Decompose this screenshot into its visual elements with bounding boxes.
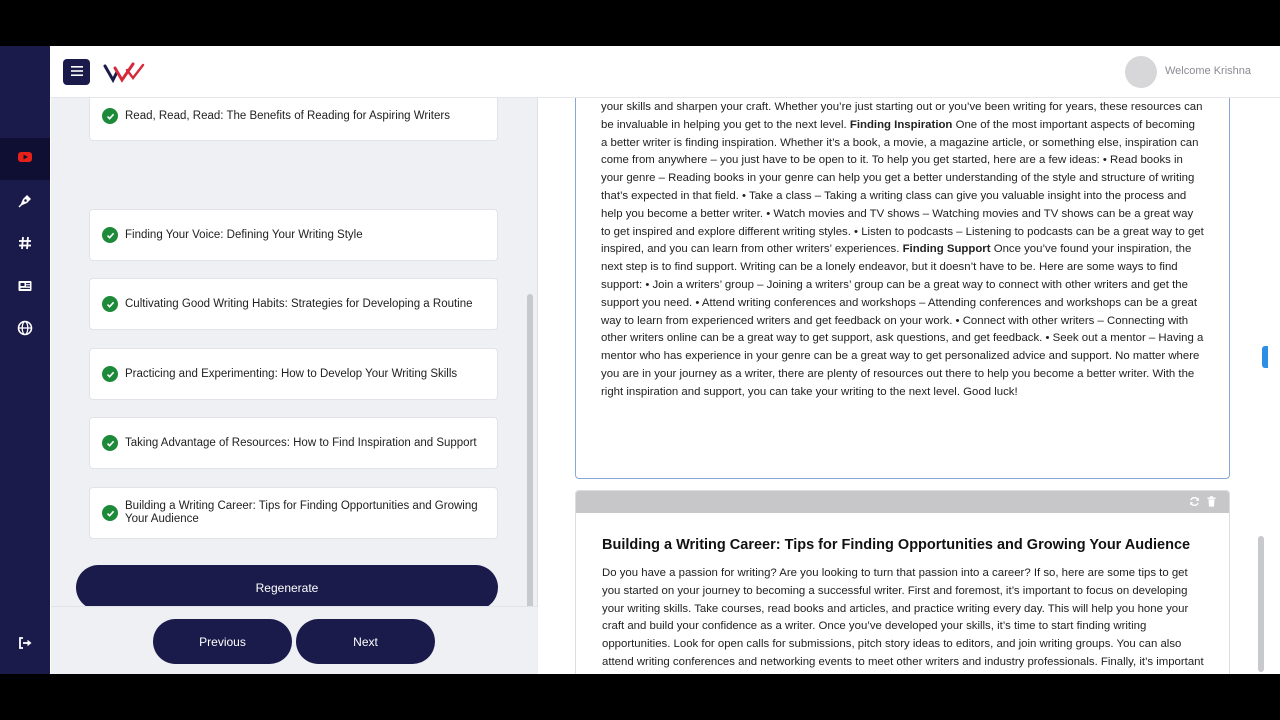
previous-button[interactable]: Previous — [153, 619, 292, 664]
logout-icon — [17, 635, 33, 656]
checkmark-icon — [102, 505, 118, 521]
sidebar-rail — [0, 46, 50, 674]
menu-toggle-button[interactable] — [63, 59, 90, 85]
trash-icon[interactable] — [1206, 496, 1217, 507]
top-bar: Welcome Krishna — [50, 46, 1280, 98]
checkmark-icon — [102, 366, 118, 382]
outline-item-label: Practicing and Experimenting: How to Dev… — [125, 367, 458, 380]
outline-item-label: Read, Read, Read: The Benefits of Readin… — [125, 109, 450, 122]
refresh-icon[interactable] — [1189, 496, 1200, 507]
outline-item[interactable]: Practicing and Experimenting: How to Dev… — [89, 348, 498, 400]
outline-list: Read, Read, Read: The Benefits of Readin… — [51, 98, 538, 606]
brand-logo[interactable] — [103, 60, 145, 84]
rail-item-writer[interactable] — [0, 182, 50, 224]
checkmark-icon — [102, 435, 118, 451]
rail-item-hashtags[interactable] — [0, 224, 50, 266]
section-title: Building a Writing Career: Tips for Find… — [602, 537, 1191, 553]
rail-item-articles[interactable] — [0, 267, 50, 309]
newspaper-icon — [17, 278, 33, 299]
checkmark-icon — [102, 296, 118, 312]
outline-item-label: Cultivating Good Writing Habits: Strateg… — [125, 297, 473, 310]
rail-item-web[interactable] — [0, 309, 50, 351]
outline-panel: Read, Read, Read: The Benefits of Readin… — [51, 98, 538, 674]
section-card-header — [576, 491, 1229, 513]
section-paragraph: One of the most important aspects of bec… — [601, 118, 1204, 256]
section-body: your skills and sharpen your craft. Whet… — [601, 99, 1204, 402]
outline-item[interactable]: Taking Advantage of Resources: How to Fi… — [89, 417, 498, 469]
pen-nib-icon — [17, 193, 33, 214]
welcome-text: Welcome Krishna — [1165, 65, 1251, 77]
outline-item[interactable]: Building a Writing Career: Tips for Find… — [89, 487, 498, 539]
outline-item-label: Finding Your Voice: Defining Your Writin… — [125, 228, 363, 241]
hamburger-icon — [70, 63, 83, 81]
outline-scrollbar[interactable] — [527, 294, 533, 654]
outline-item-label: Building a Writing Career: Tips for Find… — [125, 500, 478, 525]
hashtag-icon — [17, 235, 33, 256]
next-button[interactable]: Next — [296, 619, 435, 664]
app-window: Welcome Krishna Read, Read, Read: The Be… — [0, 46, 1280, 674]
outline-item[interactable]: Cultivating Good Writing Habits: Strateg… — [89, 278, 498, 330]
globe-icon — [17, 320, 33, 341]
section-card-selected[interactable]: your skills and sharpen your craft. Whet… — [575, 98, 1230, 479]
section-subheading: Finding Support — [902, 243, 991, 256]
regenerate-button[interactable]: Regenerate — [76, 565, 498, 606]
side-panel-tab[interactable] — [1262, 346, 1268, 368]
article-scrollbar[interactable] — [1258, 536, 1264, 672]
section-paragraph: Once you’ve found your inspiration, the … — [601, 243, 1204, 398]
pagination-bar: Previous Next — [51, 606, 538, 674]
rail-item-youtube[interactable] — [0, 138, 50, 180]
checkmark-icon — [102, 108, 118, 124]
avatar[interactable] — [1125, 56, 1157, 88]
checkmark-icon — [102, 227, 118, 243]
section-body: Do you have a passion for writing? Are y… — [602, 567, 1204, 674]
section-card[interactable]: Building a Writing Career: Tips for Find… — [575, 490, 1230, 674]
youtube-icon — [17, 149, 33, 170]
logout-button[interactable] — [0, 624, 50, 666]
article-panel: your skills and sharpen your craft. Whet… — [539, 98, 1280, 674]
section-subheading: Finding Inspiration — [849, 118, 953, 131]
outline-item-label: Taking Advantage of Resources: How to Fi… — [125, 436, 477, 449]
outline-item[interactable]: Finding Your Voice: Defining Your Writin… — [89, 209, 498, 261]
outline-item[interactable]: Read, Read, Read: The Benefits of Readin… — [89, 98, 498, 141]
